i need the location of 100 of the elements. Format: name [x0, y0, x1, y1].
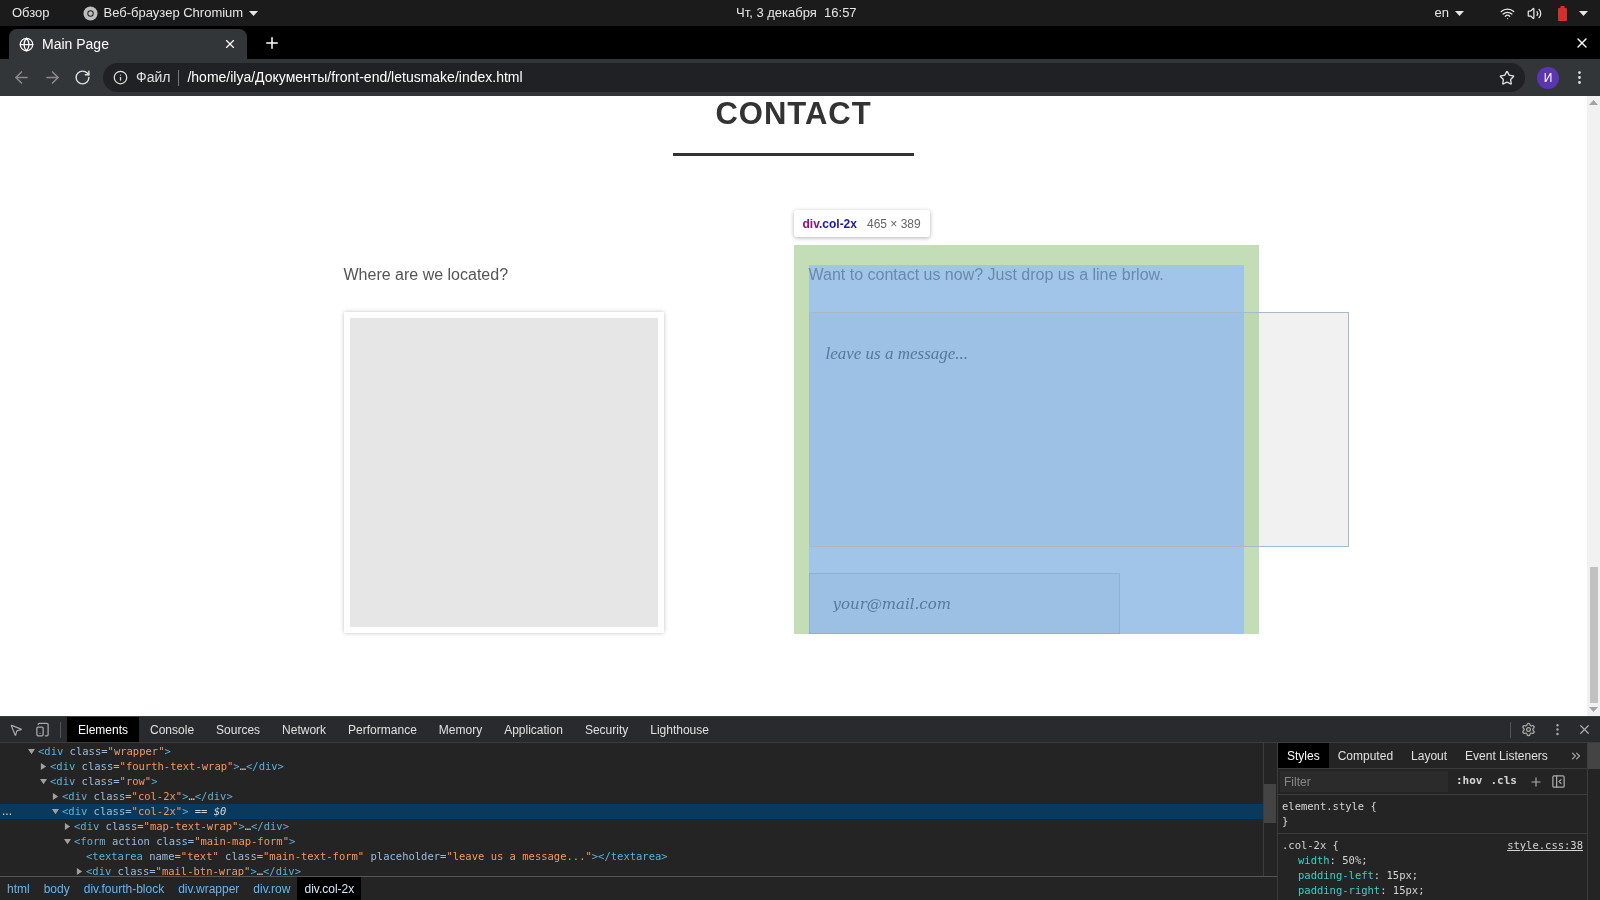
filter-field[interactable]: Filter: [1280, 771, 1448, 792]
elements-scrollbar[interactable]: [1263, 743, 1277, 876]
devtools-tab[interactable]: Console: [139, 717, 206, 742]
contact-caption: Want to contact us now? Just drop us a line brlow.: [808, 265, 1164, 285]
activities-button[interactable]: Обзор: [12, 3, 50, 23]
dom-node-markup: <div class="row">: [50, 774, 158, 789]
dom-node-markup: <div class="wrapper">: [38, 744, 171, 759]
profile-avatar[interactable]: И: [1537, 66, 1559, 89]
dom-tree-row[interactable]: <textarea name="text" class="main-text-form" placeholder="leave us a message..."></textarea>: [0, 849, 1263, 864]
info-icon[interactable]: [113, 70, 128, 85]
app-menu-caret-icon: [249, 10, 259, 16]
style-declaration[interactable]: padding-right: 15px;: [1282, 883, 1583, 898]
inspect-element-icon[interactable]: [9, 722, 23, 737]
styles-tab[interactable]: Event Listeners: [1456, 743, 1557, 768]
expanded-triangle-icon[interactable]: [64, 838, 71, 845]
language-indicator[interactable]: en: [1434, 3, 1449, 23]
scrollbar-thumb[interactable]: [1264, 784, 1276, 823]
breadcrumb-item[interactable]: body: [36, 877, 77, 900]
battery-icon[interactable]: [1558, 5, 1567, 21]
collapsed-triangle-icon[interactable]: [76, 868, 83, 875]
tab-title: Main Page: [42, 34, 109, 54]
system-menu-caret-icon: [1579, 10, 1588, 16]
rule-source-link[interactable]: style.css:38: [1507, 838, 1583, 853]
styles-tab[interactable]: Layout: [1402, 743, 1457, 768]
dom-node-markup: <div class="map-text-wrap">…</div>: [74, 819, 289, 834]
devtools-tab[interactable]: Performance: [337, 717, 428, 742]
dom-tree-row[interactable]: <div class="wrapper">: [0, 744, 1263, 759]
row-menu-dots[interactable]: ...: [2, 804, 12, 819]
scrollbar-thumb[interactable]: [1589, 567, 1598, 703]
styles-scrollbar[interactable]: [1587, 743, 1600, 900]
forward-icon[interactable]: [43, 68, 62, 87]
address-field[interactable]: Файл /home/ilya/Документы/front-end/letusmake/index.html: [103, 63, 1525, 92]
devtools-tab[interactable]: Sources: [205, 717, 272, 742]
tooltip-size: 465 × 389: [866, 215, 921, 233]
collapsed-triangle-icon[interactable]: [52, 793, 59, 800]
class-toggle[interactable]: .cls: [1490, 773, 1517, 790]
browser-tab[interactable]: Main Page: [9, 29, 247, 59]
devtools-tab[interactable]: Elements: [67, 717, 140, 742]
expanded-triangle-icon[interactable]: [40, 778, 47, 785]
breadcrumb-item[interactable]: div.row: [246, 877, 298, 900]
email-field[interactable]: your@mail.com: [808, 573, 1120, 634]
new-rule-icon[interactable]: [1529, 774, 1543, 789]
hover-state-toggle[interactable]: :hov: [1456, 773, 1483, 790]
devtools-tab[interactable]: Application: [493, 717, 574, 742]
location-caption: Where are we located?: [343, 265, 510, 285]
breadcrumb-item[interactable]: html: [0, 877, 37, 900]
breadcrumb-item[interactable]: div.fourth-block: [76, 877, 172, 900]
dom-tree-row[interactable]: <div class="map-text-wrap">…</div>: [0, 819, 1263, 834]
dom-tree-row[interactable]: <div class="row">: [0, 774, 1263, 789]
back-icon[interactable]: [12, 68, 31, 87]
dom-node-markup: <textarea name="text" class="main-text-form" placeholder="leave us a message..."></textarea>: [86, 849, 668, 864]
section-heading: CONTACT: [715, 96, 872, 132]
dom-node-markup: <div class="col-2x"> == $0: [62, 804, 227, 819]
devtools-tab[interactable]: Security: [573, 717, 640, 742]
styles-tab[interactable]: Styles: [1278, 743, 1329, 768]
scroll-up-icon: [1589, 100, 1598, 105]
tooltip-selector: div.col-2x: [802, 215, 857, 233]
globe-icon: [19, 36, 34, 52]
expanded-triangle-icon[interactable]: [52, 808, 59, 815]
collapsed-triangle-icon[interactable]: [64, 823, 71, 830]
devtools-tab[interactable]: Lighthouse: [639, 717, 720, 742]
sidebar-toggle-icon[interactable]: [1551, 774, 1566, 789]
device-toolbar-icon[interactable]: [35, 722, 50, 737]
dom-tree-row[interactable]: <form action class="main-map-form">: [0, 834, 1263, 849]
styles-tab[interactable]: Computed: [1328, 743, 1403, 768]
dom-node-markup: <form action class="main-map-form">: [74, 834, 296, 849]
dom-node-markup: <div class="col-2x">…</div>: [62, 789, 233, 804]
reload-icon[interactable]: [74, 69, 91, 86]
app-menu-title[interactable]: Веб-браузер Chromium: [103, 3, 244, 23]
bookmark-star-icon[interactable]: [1499, 69, 1515, 86]
browser-logo-icon: [82, 5, 98, 21]
url-text: /home/ilya/Документы/front-end/letusmake/index.html: [187, 68, 523, 87]
language-caret-icon: [1455, 10, 1464, 16]
dom-node-markup: <div class="fourth-text-wrap">…</div>: [50, 759, 284, 774]
rule-close-brace: }: [1282, 814, 1290, 829]
message-field[interactable]: leave us a message...: [808, 312, 1349, 547]
dom-tree-row[interactable]: ... <div class="col-2x"> == $0: [0, 804, 1263, 819]
close-devtools-icon[interactable]: [1577, 722, 1592, 737]
volume-icon[interactable]: [1527, 5, 1542, 21]
style-declaration[interactable]: width: 50%;: [1282, 853, 1583, 868]
wifi-icon[interactable]: [1500, 5, 1515, 21]
scheme-label: Файл: [136, 68, 171, 87]
devtools-tab[interactable]: Memory: [427, 717, 494, 742]
collapsed-triangle-icon[interactable]: [40, 763, 47, 770]
scroll-down-icon: [1589, 707, 1598, 712]
clock[interactable]: Чт, 3 декабря 16:57: [736, 3, 857, 23]
new-tab-icon[interactable]: [263, 34, 281, 52]
scrollbar-thumb[interactable]: [1588, 743, 1600, 769]
devtools-tab[interactable]: Network: [271, 717, 338, 742]
settings-icon[interactable]: [1521, 722, 1536, 737]
dom-tree-row[interactable]: <div class="col-2x">…</div>: [0, 789, 1263, 804]
rule-selector: element.style {: [1282, 799, 1377, 814]
breadcrumb-item[interactable]: div.col-2x: [297, 877, 362, 900]
expanded-triangle-icon[interactable]: [28, 748, 35, 755]
page-scrollbar[interactable]: [1587, 96, 1600, 716]
style-declaration[interactable]: padding-left: 15px;: [1282, 868, 1583, 883]
rule-selector: .col-2x {: [1282, 838, 1339, 853]
dom-tree-row[interactable]: <div class="fourth-text-wrap">…</div>: [0, 759, 1263, 774]
breadcrumb-item[interactable]: div.wrapper: [171, 877, 247, 900]
close-tab-icon[interactable]: [223, 37, 237, 51]
